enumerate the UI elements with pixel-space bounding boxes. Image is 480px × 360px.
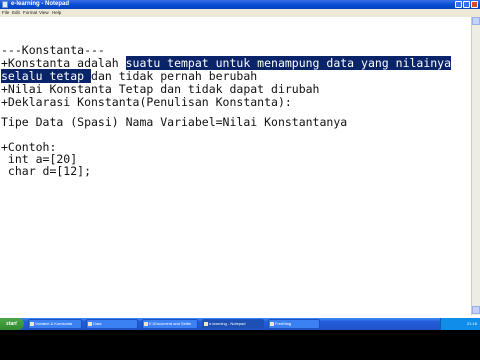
taskbar-item-label: Variabel & Konstanta (35, 321, 73, 326)
text-segment: +Nilai Konstanta Tetap dan tidak dapat d… (1, 82, 320, 96)
text-editor[interactable]: ---Konstanta--- +Konstanta adalah suatu … (0, 17, 471, 315)
taskbar-item[interactable]: Variabel & Konstanta (28, 319, 82, 329)
text-line: +Deklarasi Konstanta(Penulisan Konstanta… (1, 96, 292, 109)
taskbar-item-active[interactable]: e-learning - Notepad (202, 319, 264, 329)
notepad-window: e-learning - Notepad File Edit Format Vi… (0, 0, 480, 334)
selected-text: suatu tempat untuk menampung data yang n… (125, 56, 452, 70)
text-line: char d=[12]; (1, 165, 91, 178)
minimize-button[interactable] (455, 1, 462, 8)
start-label: start (6, 321, 17, 327)
window-title: e-learning - Notepad (11, 1, 70, 7)
taskbar-item-label: e-learning - Notepad (209, 321, 246, 326)
menu-help[interactable]: Help (52, 9, 61, 17)
text-segment: dan tidak pernah berubah (91, 69, 258, 83)
taskbar-item[interactable]: Data (86, 319, 138, 329)
system-tray: 21:16 (440, 318, 480, 330)
folder-icon (144, 322, 148, 326)
scroll-up-button[interactable] (472, 17, 480, 25)
maximize-button[interactable] (463, 1, 470, 8)
text-segment: +Konstanta adalah (1, 56, 126, 70)
app-icon (270, 322, 274, 326)
menu-bar: File Edit Format View Help (0, 9, 480, 17)
close-button[interactable] (471, 1, 478, 8)
taskbar-item-label: Data (93, 321, 102, 326)
menu-edit[interactable]: Edit (12, 9, 20, 17)
start-button[interactable]: start (0, 318, 24, 330)
taskbar-item[interactable]: E:\Document and Settin (142, 319, 198, 329)
folder-icon (88, 322, 92, 326)
menu-file[interactable]: File (2, 9, 9, 17)
text-segment: ---Konstanta--- (1, 43, 105, 57)
menu-view[interactable]: View (39, 9, 49, 17)
clock: 21:16 (467, 321, 478, 326)
scroll-down-button[interactable] (472, 306, 480, 314)
letterbox-bottom (0, 330, 480, 360)
selected-text: selalu tetap (1, 69, 92, 83)
taskbar-item[interactable]: FreeMag (268, 319, 320, 329)
taskbar: start Variabel & Konstanta Data E:\Docum… (0, 318, 480, 330)
taskbar-item-label: FreeMag (275, 321, 292, 326)
notepad-icon (204, 322, 208, 326)
menu-format[interactable]: Format (23, 9, 37, 17)
text-segment: char d=[12]; (1, 164, 92, 178)
taskbar-item-label: E:\Document and Settin (149, 321, 192, 326)
text-segment: Tipe Data (Spasi) Nama Variabel=Nilai Ko… (1, 115, 348, 129)
notepad-icon (2, 1, 8, 8)
vertical-scrollbar[interactable] (471, 17, 480, 315)
title-bar[interactable]: e-learning - Notepad (0, 0, 480, 9)
window-icon (30, 322, 34, 326)
text-line: Tipe Data (Spasi) Nama Variabel=Nilai Ko… (1, 116, 347, 129)
text-segment: +Deklarasi Konstanta(Penulisan Konstanta… (1, 95, 292, 109)
